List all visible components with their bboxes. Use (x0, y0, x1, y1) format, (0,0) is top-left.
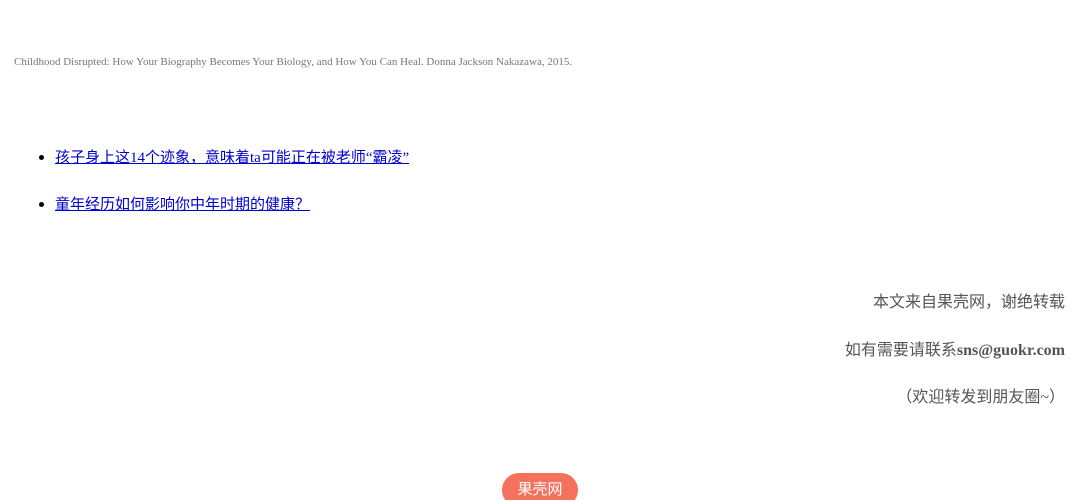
list-item: 孩子身上这14个迹象，意味着ta可能正在被老师“霸凌” (55, 144, 409, 191)
guokr-brand-badge[interactable]: 果壳网 (502, 473, 578, 500)
reference-citation: Childhood Disrupted: How Your Biography … (14, 56, 573, 68)
share-notice: （欢迎转发到朋友圈~） (896, 389, 1065, 406)
contact-email: sns@guokr.com (956, 342, 1065, 359)
contact-notice: 如有需要请联系sns@guokr.com (845, 336, 1065, 360)
article-page: Childhood Disrupted: How Your Biography … (0, 0, 1080, 500)
related-article-link-1[interactable]: 孩子身上这14个迹象，意味着ta可能正在被老师“霸凌” (55, 150, 409, 166)
related-articles-list: 孩子身上这14个迹象，意味着ta可能正在被老师“霸凌” 童年经历如何影响你中年时… (0, 144, 409, 238)
related-article-link-2[interactable]: 童年经历如何影响你中年时期的健康？ (55, 197, 310, 213)
list-item: 童年经历如何影响你中年时期的健康？ (55, 191, 409, 238)
contact-prefix: 如有需要请联系 (844, 342, 957, 359)
copyright-notice: 本文来自果壳网，谢绝转载 (872, 294, 1065, 311)
